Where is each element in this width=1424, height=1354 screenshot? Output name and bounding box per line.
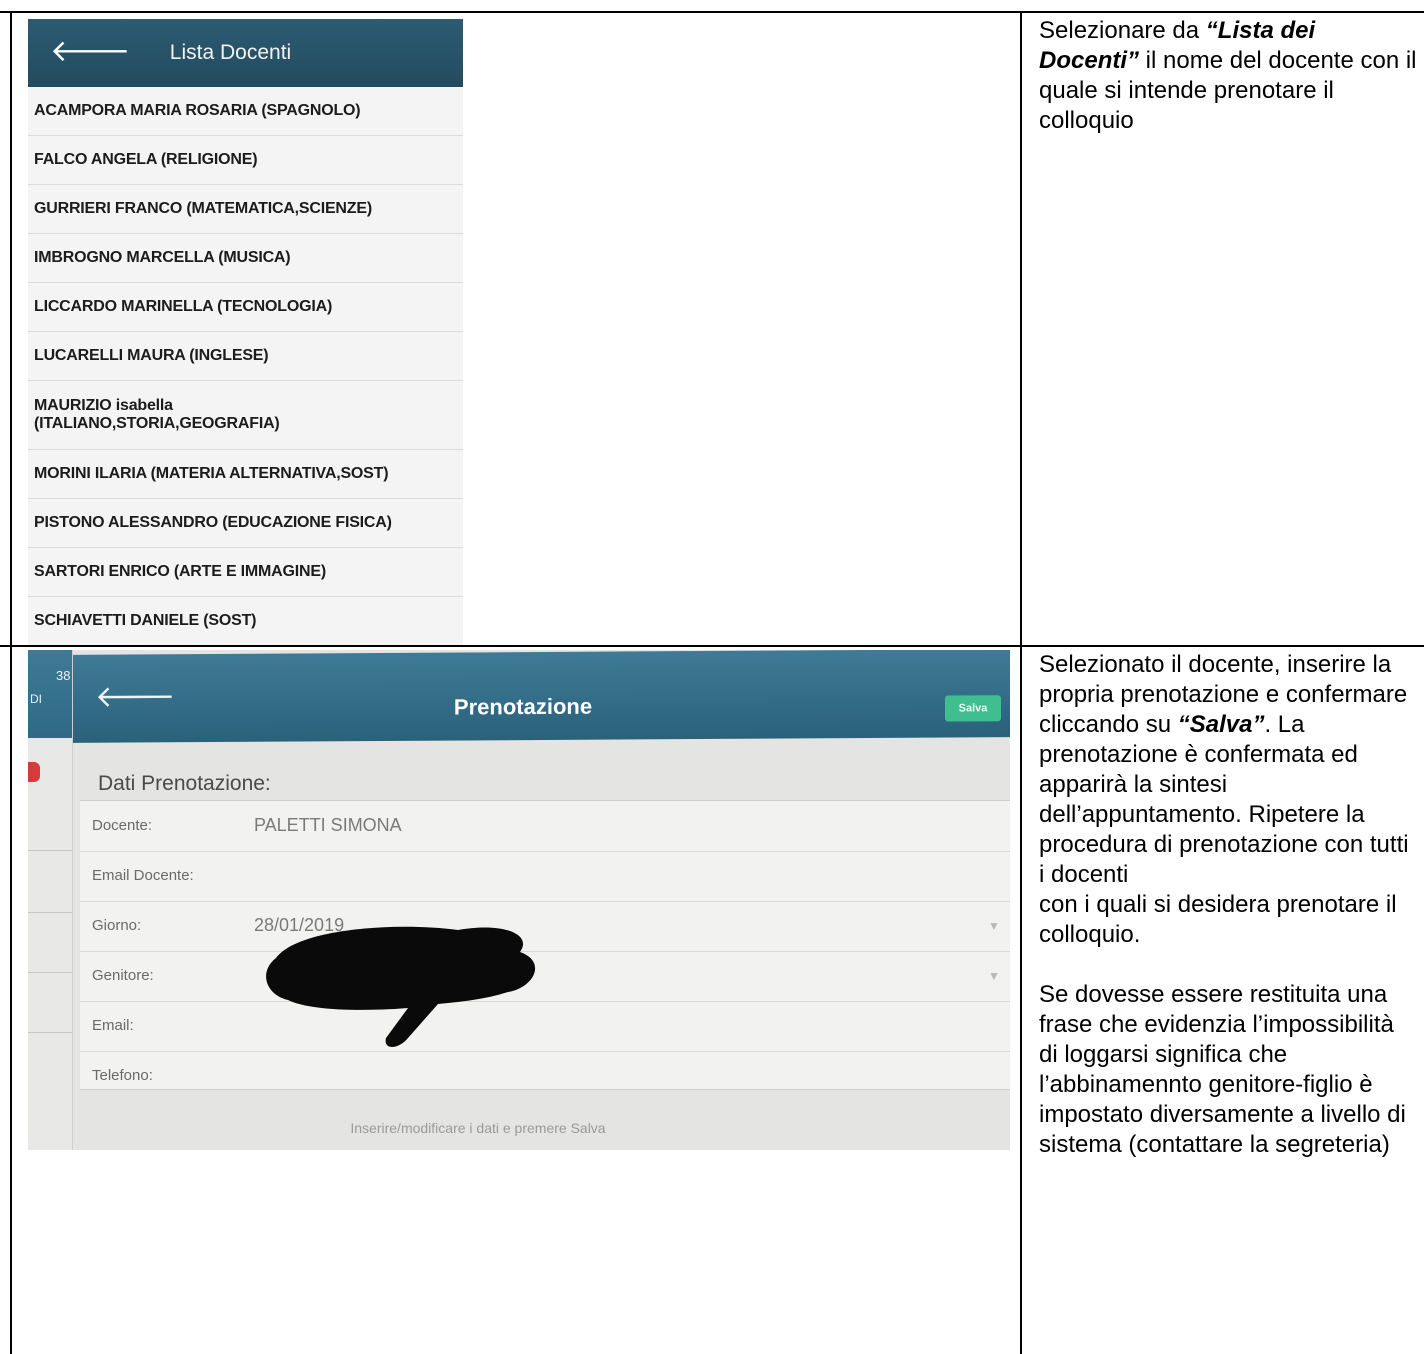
telefono-label: Telefono: — [92, 1067, 153, 1084]
teacher-item[interactable]: LICCARDO MARINELLA (TECNOLOGIA) — [28, 283, 463, 332]
table-row-divider — [0, 645, 1424, 647]
instruction-step-1: Selezionare da “Lista dei Docenti” il no… — [1039, 16, 1419, 136]
teacher-item[interactable]: SARTORI ENRICO (ARTE E IMMAGINE) — [28, 548, 463, 597]
booking-title: Prenotazione — [453, 693, 593, 720]
teacher-list-header: 🡐 Lista Docenti — [28, 19, 463, 87]
chevron-down-icon[interactable]: ▼ — [988, 919, 1000, 933]
sidebar-header: 38 DI — [28, 650, 72, 738]
email-docente-row: Email Docente: — [80, 851, 1010, 902]
docente-label: Docente: — [92, 817, 153, 834]
docente-row: Docente: PALETTI SIMONA — [80, 801, 1010, 852]
instruction-emphasis: “Salva” — [1177, 711, 1265, 738]
genitore-label: Genitore: — [92, 967, 154, 984]
teacher-item[interactable]: IMBROGNO MARCELLA (MUSICA) — [28, 234, 463, 283]
sidebar-user-icon: 38 — [56, 668, 71, 683]
instruction-note: Se dovesse essere restituita una frase c… — [1039, 981, 1406, 1158]
booking-section-title: Dati Prenotazione: — [98, 772, 271, 795]
teacher-list: ACAMPORA MARIA ROSARIA (SPAGNOLO) FALCO … — [28, 87, 463, 645]
chevron-down-icon[interactable]: ▼ — [988, 969, 1000, 983]
giorno-label: Giorno: — [92, 917, 142, 934]
teacher-item[interactable]: GURRIERI FRANCO (MATEMATICA,SCIENZE) — [28, 185, 463, 234]
booking-screenshot: 38 DI 🡐 Prenotazione Salva Dati Prenotaz… — [28, 650, 1010, 1150]
teacher-item[interactable]: MAURIZIO isabella (ITALIANO,STORIA,GEOGR… — [28, 381, 463, 450]
teacher-list-title: Lista Docenti — [169, 41, 292, 64]
teacher-item[interactable]: PISTONO ALESSANDRO (EDUCAZIONE FISICA) — [28, 499, 463, 548]
docente-value: PALETTI SIMONA — [254, 815, 402, 835]
instruction-text: Selezionare da — [1039, 17, 1206, 44]
table-border-left — [10, 11, 12, 1354]
app-sidebar: 38 DI — [28, 650, 73, 1150]
sidebar-divider — [28, 912, 72, 913]
booking-footnote: Inserire/modificare i dati e premere Sal… — [350, 1120, 606, 1136]
teacher-list-screenshot: 🡐 Lista Docenti ACAMPORA MARIA ROSARIA (… — [28, 19, 463, 645]
sidebar-label: DI — [30, 692, 42, 706]
email-label: Email: — [92, 1017, 134, 1034]
redaction-mark — [266, 926, 536, 1047]
instruction-text: con i quali si desidera prenotare il col… — [1039, 891, 1397, 948]
sidebar-divider — [28, 972, 72, 973]
email-docente-label: Email Docente: — [92, 867, 194, 884]
table-border-top — [0, 11, 1424, 13]
booking-header: 🡐 Prenotazione Salva — [73, 650, 1010, 743]
teacher-item[interactable]: LUCARELLI MAURA (INGLESE) — [28, 332, 463, 381]
save-button[interactable]: Salva — [945, 695, 1001, 722]
sidebar-divider — [28, 850, 72, 851]
sidebar-divider — [28, 1032, 72, 1033]
teacher-item[interactable]: MORINI ILARIA (MATERIA ALTERNATIVA,SOST) — [28, 450, 463, 499]
teacher-item[interactable]: FALCO ANGELA (RELIGIONE) — [28, 136, 463, 185]
teacher-item[interactable]: ACAMPORA MARIA ROSARIA (SPAGNOLO) — [28, 87, 463, 136]
notification-badge — [28, 762, 40, 782]
teacher-item[interactable]: SCHIAVETTI DANIELE (SOST) — [28, 597, 463, 645]
table-column-divider — [1020, 11, 1022, 1354]
instruction-step-2: Selezionato il docente, inserire la prop… — [1039, 650, 1419, 1160]
